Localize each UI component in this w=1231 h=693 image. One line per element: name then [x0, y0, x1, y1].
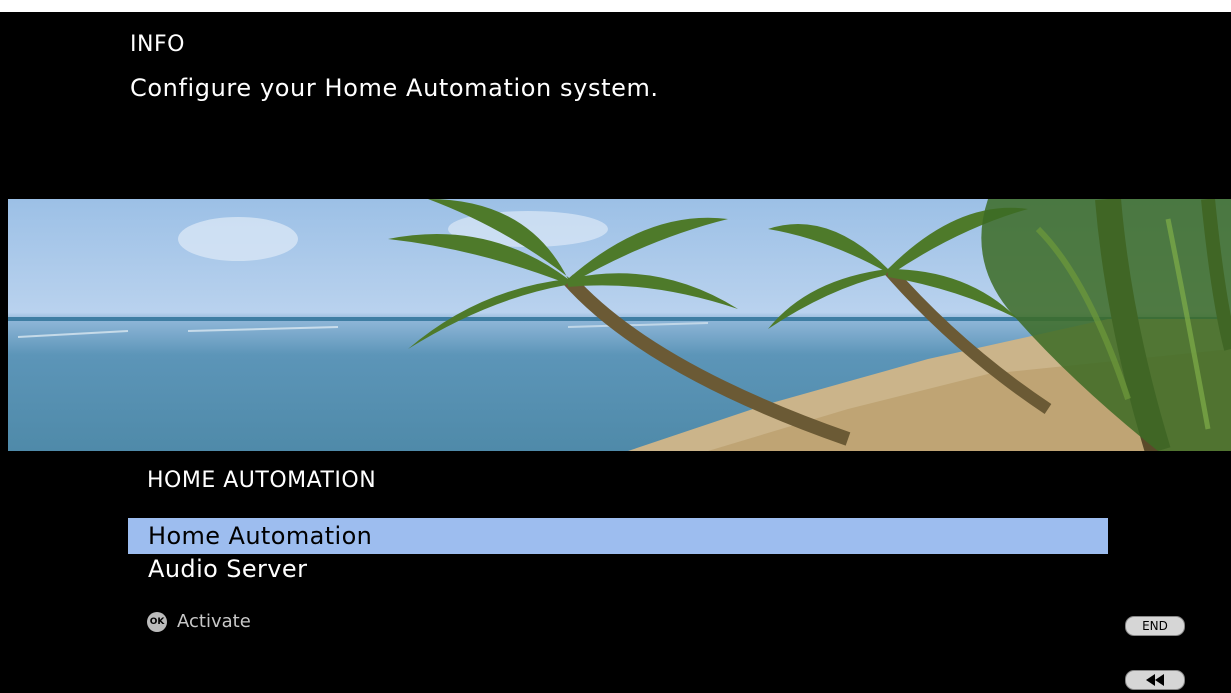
ok-button-icon: OK: [147, 611, 167, 632]
top-border: [0, 0, 1231, 12]
back-button[interactable]: [1125, 670, 1185, 690]
menu-item-home-automation[interactable]: Home Automation: [128, 518, 1108, 554]
info-title: INFO: [130, 32, 185, 57]
rewind-icon: [1146, 674, 1164, 686]
info-description: Configure your Home Automation system.: [130, 74, 659, 102]
menu-item-audio-server[interactable]: Audio Server: [128, 551, 1108, 587]
activate-hint: OK Activate: [147, 611, 251, 632]
section-title: HOME AUTOMATION: [147, 468, 377, 493]
beach-palm-banner-image: [8, 199, 1231, 451]
activate-label: Activate: [177, 611, 251, 632]
end-button[interactable]: END: [1125, 616, 1185, 636]
beach-illustration: [8, 199, 1231, 451]
